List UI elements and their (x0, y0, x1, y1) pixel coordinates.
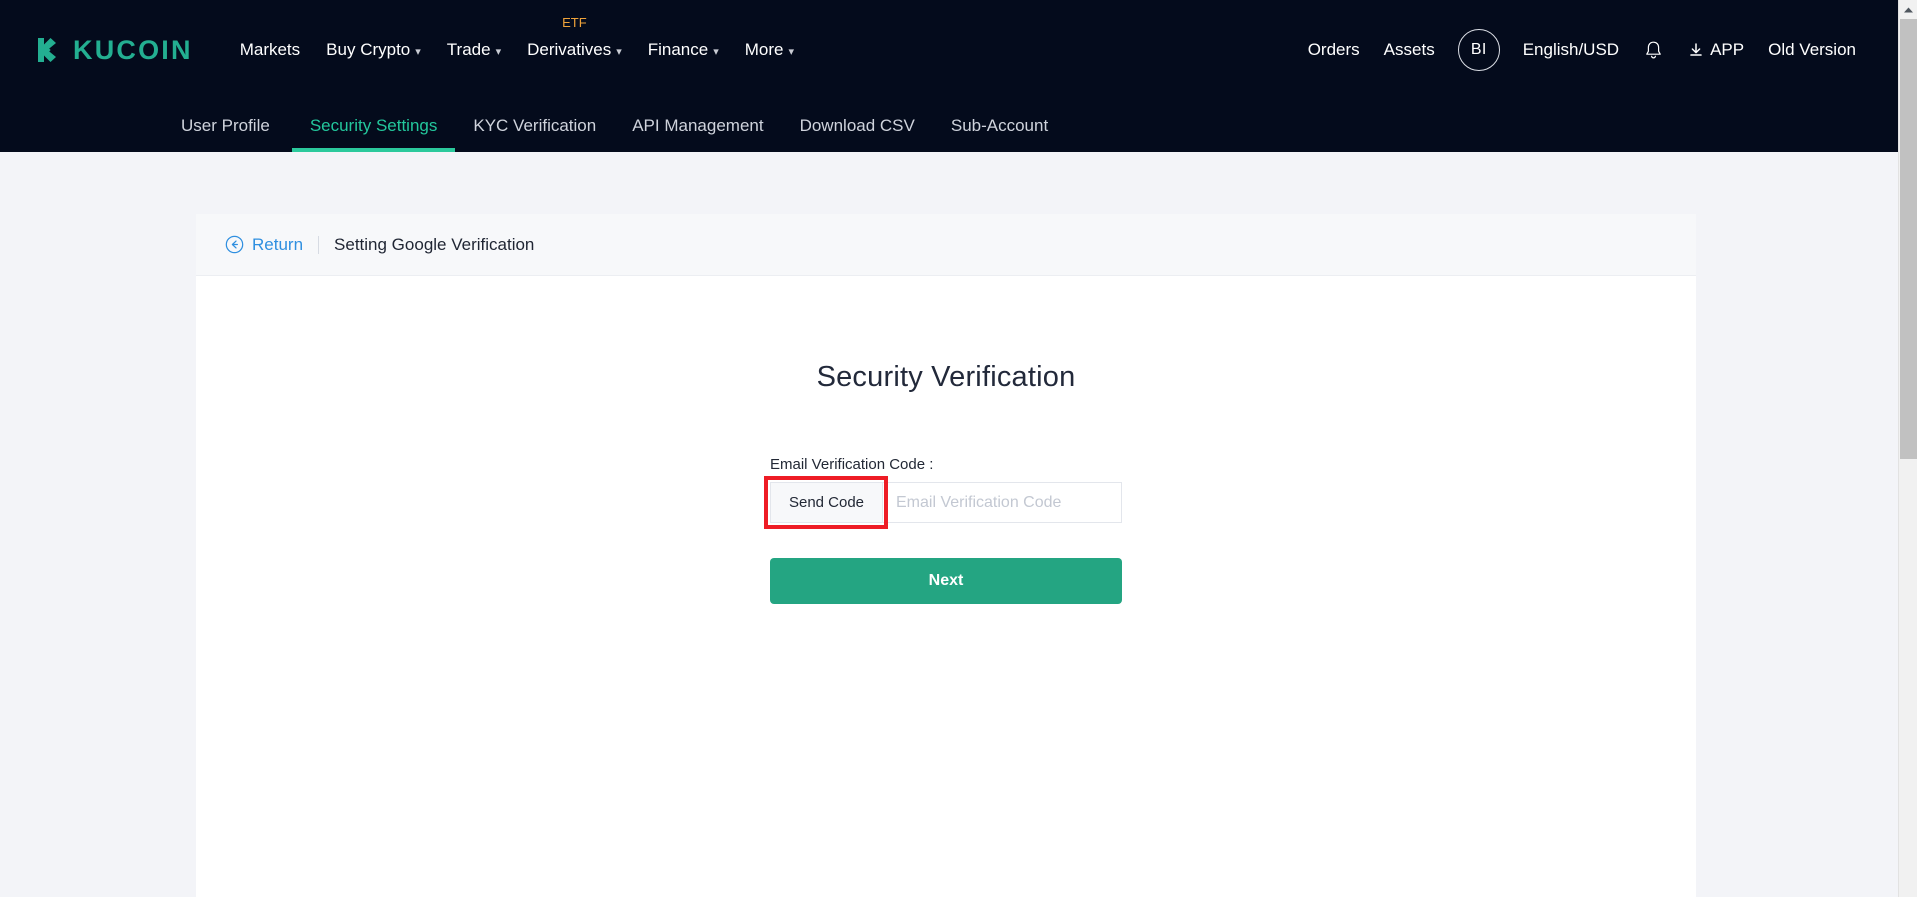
circle-arrow-left-icon (225, 235, 244, 254)
nav-item-markets[interactable]: Markets (227, 0, 313, 100)
return-label: Return (252, 234, 304, 254)
chevron-down-icon: ▾ (788, 45, 795, 58)
assets-link[interactable]: Assets (1372, 40, 1447, 60)
header-right-nav: Orders Assets BI English/USD APP Old Ver… (1296, 0, 1868, 100)
content-area: Return Setting Google Verification Secur… (0, 152, 1898, 897)
etf-badge: ETF (562, 15, 587, 30)
nav-label: Markets (239, 40, 301, 59)
chevron-down-icon: ▾ (495, 45, 502, 58)
subnav-item-sub-account[interactable]: Sub-Account (933, 100, 1066, 152)
subnav-label: KYC Verification (473, 116, 597, 135)
account-subnav: User Profile Security Settings KYC Verif… (0, 100, 1898, 152)
subnav-label: API Management (632, 116, 764, 135)
page-scrollbar[interactable] (1898, 0, 1917, 897)
avatar[interactable]: BI (1457, 29, 1500, 71)
form-fields: Email Verification Code : Send Code Next (764, 456, 1122, 604)
subnav-label: Security Settings (309, 116, 438, 135)
language-currency-selector[interactable]: English/USD (1511, 40, 1631, 60)
breadcrumb-divider (318, 235, 320, 254)
nav-item-derivatives[interactable]: ETF Derivatives ▾ (514, 0, 635, 100)
nav-item-more[interactable]: More ▾ (732, 0, 807, 100)
subnav-item-kyc-verification[interactable]: KYC Verification (455, 100, 614, 152)
breadcrumb: Return Setting Google Verification (196, 214, 1696, 276)
scroll-up-button[interactable] (1899, 0, 1917, 19)
scrollbar-thumb[interactable] (1900, 19, 1917, 459)
top-header: KUCOIN Markets Buy Crypto ▾ Trade ▾ ETF … (0, 0, 1898, 100)
kucoin-logo[interactable]: KUCOIN (30, 33, 193, 67)
send-code-button[interactable]: Send Code (770, 482, 882, 523)
security-verification-form: Security Verification Email Verification… (196, 276, 1696, 604)
nav-label: Buy Crypto (326, 40, 411, 59)
nav-item-trade[interactable]: Trade ▾ (434, 0, 514, 100)
nav-label: Finance (647, 40, 709, 59)
nav-item-finance[interactable]: Finance ▾ (635, 0, 732, 100)
subnav-label: Sub-Account (950, 116, 1049, 135)
next-button[interactable]: Next (770, 558, 1122, 604)
nav-label: Trade (446, 40, 491, 59)
subnav-label: User Profile (181, 116, 270, 135)
main-nav: Markets Buy Crypto ▾ Trade ▾ ETF Derivat… (227, 0, 807, 100)
subnav-item-api-management[interactable]: API Management (614, 100, 781, 152)
scroll-up-arrow-icon (1903, 7, 1913, 12)
kucoin-logo-text: KUCOIN (73, 34, 193, 65)
subnav-item-download-csv[interactable]: Download CSV (782, 100, 933, 152)
chevron-down-icon: ▾ (713, 45, 719, 58)
email-verification-code-input[interactable] (882, 482, 1122, 523)
orders-link[interactable]: Orders (1296, 40, 1372, 60)
subnav-item-security-settings[interactable]: Security Settings (291, 100, 456, 152)
bell-icon (1646, 41, 1661, 59)
page-root: KUCOIN Markets Buy Crypto ▾ Trade ▾ ETF … (0, 0, 1917, 897)
email-code-label: Email Verification Code : (770, 456, 934, 473)
notification-button[interactable] (1631, 40, 1676, 60)
download-icon (1690, 43, 1702, 56)
app-label: APP (1710, 40, 1745, 59)
nav-label: Derivatives (527, 40, 612, 59)
email-code-row: Send Code (764, 476, 1122, 529)
nav-label: More (744, 40, 784, 59)
chevron-down-icon: ▾ (616, 45, 622, 58)
verification-card: Return Setting Google Verification Secur… (196, 214, 1696, 897)
subnav-item-user-profile[interactable]: User Profile (181, 100, 292, 152)
return-button[interactable]: Return (225, 235, 303, 255)
old-version-link[interactable]: Old Version (1756, 40, 1868, 60)
kucoin-logo-icon (38, 38, 56, 62)
page-title: Security Verification (816, 361, 1076, 393)
chevron-down-icon: ▾ (415, 45, 421, 58)
breadcrumb-current: Setting Google Verification (334, 234, 535, 254)
nav-item-buy-crypto[interactable]: Buy Crypto ▾ (313, 0, 434, 100)
app-download-button[interactable]: APP (1676, 40, 1756, 60)
subnav-label: Download CSV (799, 116, 915, 135)
